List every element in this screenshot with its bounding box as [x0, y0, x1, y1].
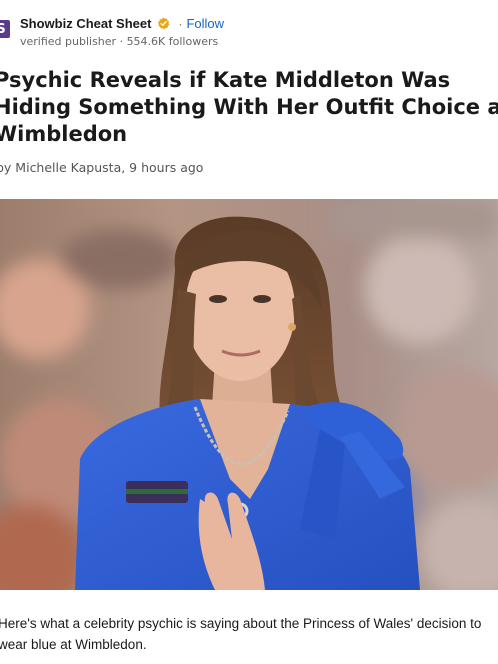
- publisher-bar: S Showbiz Cheat Sheet · Follow verified …: [0, 14, 498, 50]
- publisher-subtitle: verified publisher · 554.6K followers: [20, 35, 219, 48]
- follow-separator: ·: [178, 16, 183, 31]
- article-headline[interactable]: Psychic Reveals if Kate Middleton Was Hi…: [0, 67, 498, 148]
- hero-image[interactable]: [0, 199, 498, 590]
- publisher-name[interactable]: Showbiz Cheat Sheet: [20, 16, 151, 31]
- article-byline: by Michelle Kapusta, 9 hours ago: [0, 160, 204, 175]
- publisher-name-row: Showbiz Cheat Sheet · Follow: [20, 16, 224, 31]
- verified-badge-icon: [158, 17, 170, 30]
- article-summary: Here's what a celebrity psychic is sayin…: [0, 616, 482, 652]
- follow-button[interactable]: Follow: [186, 16, 224, 31]
- publisher-logo[interactable]: S: [0, 20, 10, 38]
